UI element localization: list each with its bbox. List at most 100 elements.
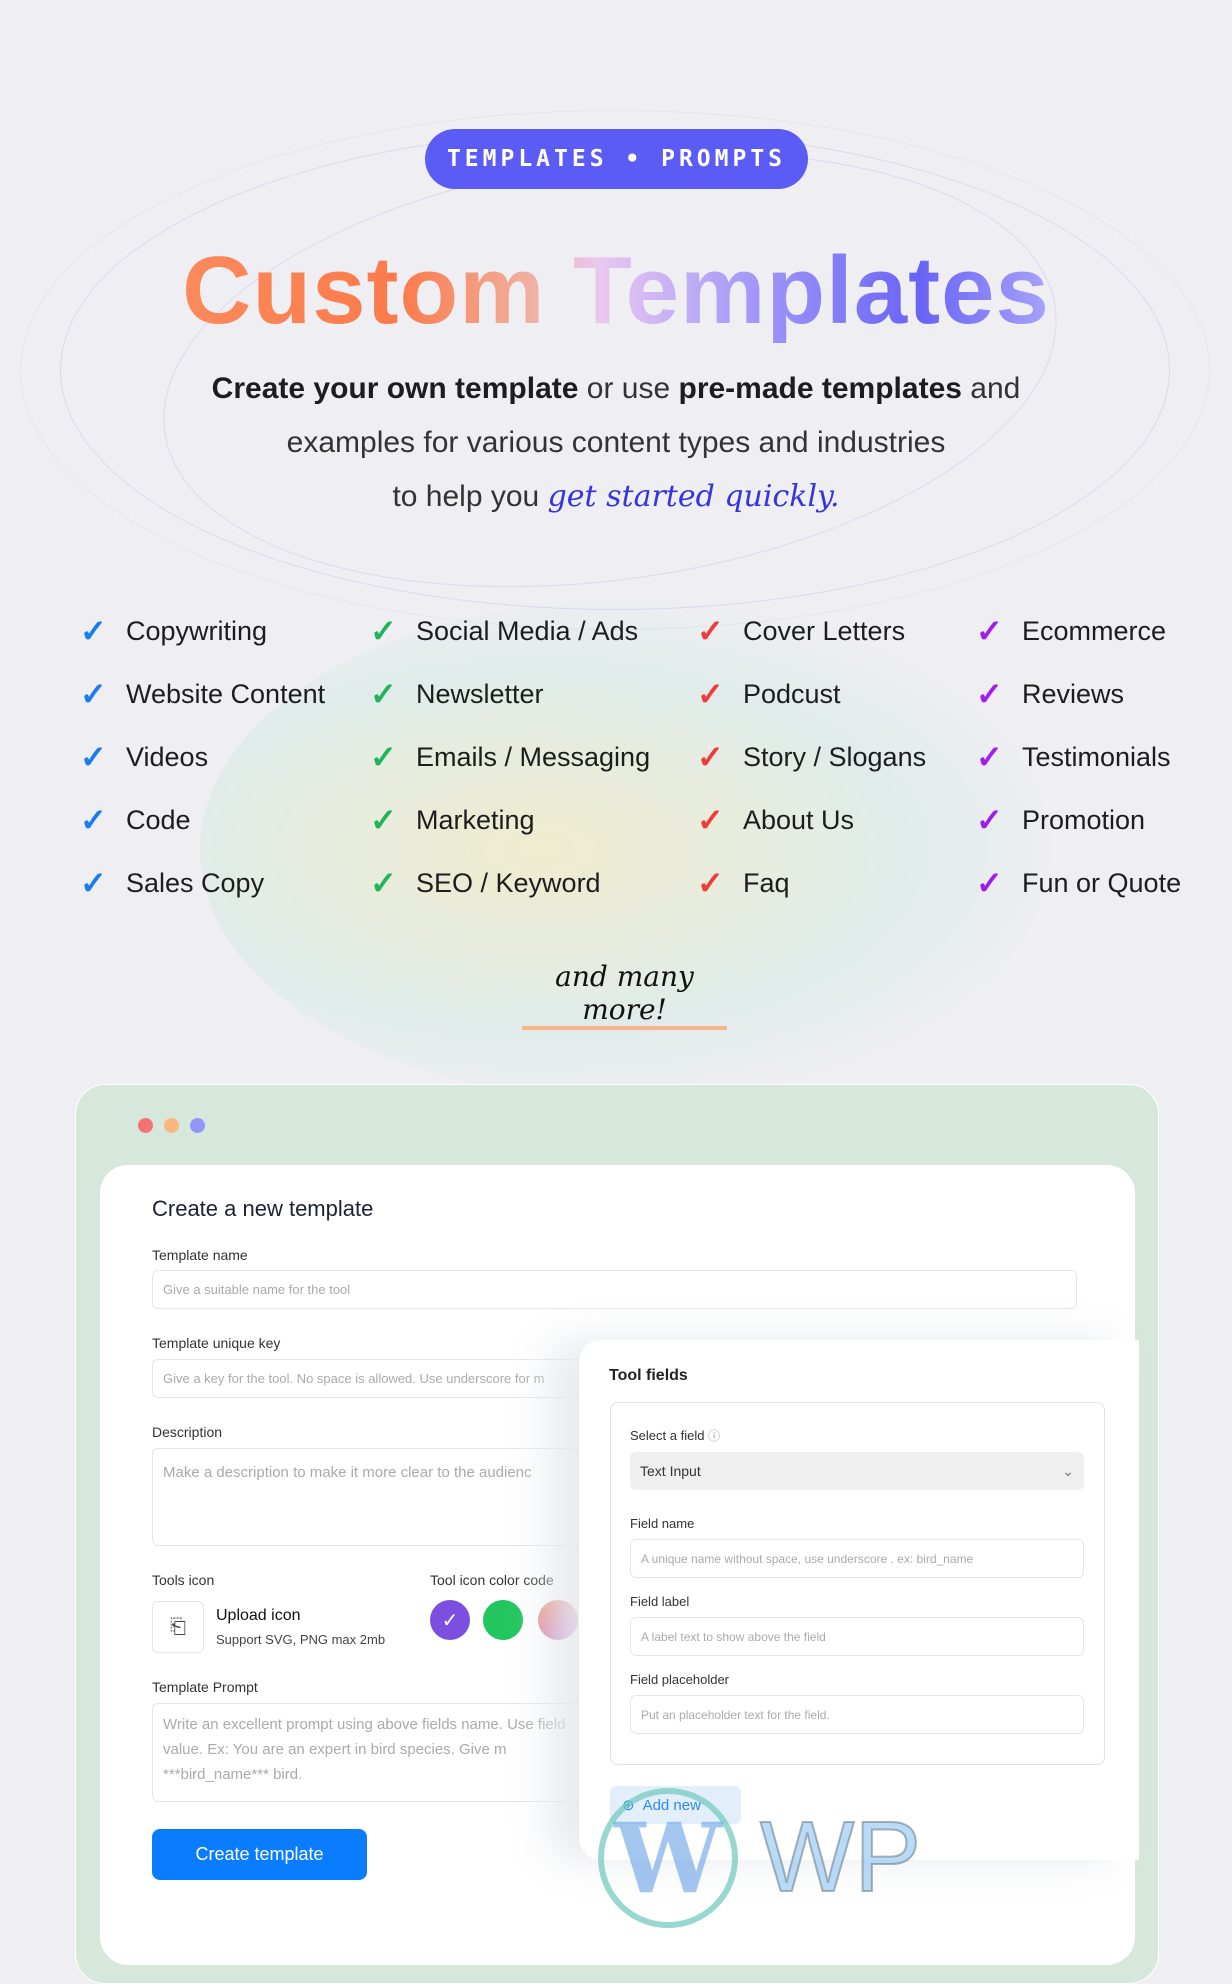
checkmark-icon: ✓ (370, 613, 397, 649)
subtitle-line-2: examples for various content types and i… (286, 426, 946, 459)
template-name-input[interactable]: Give a suitable name for the tool (152, 1270, 1077, 1309)
checkmark-icon: ✓ (80, 802, 107, 838)
category-badge: TEMPLATES • PROMPTS (425, 129, 808, 189)
checkmark-icon: ✓ (80, 739, 107, 775)
feature-label: Marketing (416, 804, 535, 835)
form-title: Create a new template (152, 1196, 374, 1221)
feature-label: Cover Letters (743, 615, 906, 646)
checkmark-icon: ✓ (697, 865, 724, 901)
feature-label: Newsletter (416, 678, 544, 709)
feature-label: Code (126, 804, 191, 835)
field-placeholder-label: Field placeholder (630, 1672, 730, 1687)
icon-color-label: Tool icon color code (430, 1572, 554, 1588)
feature-item: ✓ Fun or Quote (976, 864, 1181, 902)
feature-item: ✓ Testimonials (976, 738, 1171, 776)
feature-item: ✓ Sales Copy (80, 864, 264, 902)
feature-label: Reviews (1022, 678, 1125, 709)
feature-label: Podcust (743, 678, 841, 709)
and-many-more-text: and many more! (522, 960, 727, 1030)
field-label-input[interactable]: A label text to show above the field (630, 1617, 1084, 1656)
feature-item: ✓ Copywriting (80, 612, 267, 650)
feature-label: Fun or Quote (1022, 867, 1182, 898)
page-title: Custom Templates (182, 237, 1050, 344)
checkmark-icon: ✓ (697, 613, 724, 649)
feature-item: ✓ Social Media / Ads (370, 612, 638, 650)
field-name-input[interactable]: A unique name without space, use undersc… (630, 1539, 1084, 1578)
template-prompt-textarea[interactable]: Write an excellent prompt using above fi… (152, 1703, 612, 1802)
unique-key-input[interactable]: Give a key for the tool. No space is all… (152, 1359, 612, 1398)
feature-label: Website Content (126, 678, 326, 709)
feature-label: Social Media / Ads (416, 615, 639, 646)
window-dot-close (138, 1118, 153, 1133)
color-swatch-green[interactable] (483, 1600, 523, 1640)
feature-label: Faq (743, 867, 790, 898)
feature-label: Copywriting (126, 615, 268, 646)
feature-item: ✓ About Us (697, 801, 854, 839)
tools-icon-label: Tools icon (152, 1572, 215, 1588)
upload-icon-hint: Support SVG, PNG max 2mb (216, 1632, 386, 1647)
feature-item: ✓ Cover Letters (697, 612, 905, 650)
feature-item: ✓ Newsletter (370, 675, 544, 713)
feature-item: ✓ Promotion (976, 801, 1145, 839)
checkmark-icon: ✓ (370, 865, 397, 901)
checkmark-icon: ✓ (80, 676, 107, 712)
checkmark-icon: ✓ (976, 676, 1003, 712)
checkmark-icon: ✓ (697, 802, 724, 838)
field-label-label: Field label (630, 1594, 690, 1609)
feature-item: ✓ Website Content (80, 675, 325, 713)
feature-label: Testimonials (1022, 741, 1171, 772)
upload-icon-button[interactable]: ⎗ (152, 1601, 204, 1653)
template-prompt-label: Template Prompt (152, 1679, 258, 1695)
subtitle-line-3: to help you get started quickly. (392, 479, 840, 514)
feature-item: ✓ Marketing (370, 801, 535, 839)
checkmark-icon: ✓ (370, 676, 397, 712)
field-type-select[interactable]: Text Input ⌄ (630, 1452, 1084, 1490)
checkmark-icon: ✓ (80, 865, 107, 901)
feature-item: ✓ Podcust (697, 675, 841, 713)
feature-label: Ecommerce (1022, 615, 1167, 646)
feature-label: Story / Slogans (743, 741, 927, 772)
feature-label: Emails / Messaging (416, 741, 651, 772)
checkmark-icon: ✓ (976, 739, 1003, 775)
unique-key-label: Template unique key (152, 1335, 281, 1351)
subtitle-line-1: Create your own template or use pre-made… (211, 372, 1021, 405)
field-name-label: Field name (630, 1516, 695, 1531)
upload-icon-title: Upload icon (216, 1607, 301, 1624)
checkmark-icon: ✓ (80, 613, 107, 649)
checkmark-icon: ✓ (976, 613, 1003, 649)
chevron-down-icon: ⌄ (1062, 1462, 1074, 1479)
feature-item: ✓ Story / Slogans (697, 738, 926, 776)
check-icon: ✓ (441, 1609, 459, 1632)
feature-label: Promotion (1022, 804, 1146, 835)
checkmark-icon: ✓ (976, 865, 1003, 901)
color-swatch-purple[interactable]: ✓ (430, 1600, 470, 1640)
feature-label: About Us (743, 804, 855, 835)
info-icon: ⓘ (708, 1429, 721, 1443)
checkmark-icon: ✓ (370, 739, 397, 775)
description-textarea[interactable]: Make a description to make it more clear… (152, 1448, 612, 1546)
checkmark-icon: ✓ (370, 802, 397, 838)
feature-label: Videos (126, 741, 209, 772)
feature-item: ✓ Videos (80, 738, 208, 776)
color-swatch-gradient[interactable] (538, 1600, 578, 1640)
field-placeholder-input[interactable]: Put an placeholder text for the field. (630, 1695, 1084, 1734)
template-name-label: Template name (152, 1247, 248, 1263)
watermark-logo: W (598, 1788, 738, 1928)
upload-file-icon: ⎗ (170, 1615, 186, 1638)
watermark-text: WP (759, 1800, 922, 1914)
select-field-label: Select a field ⓘ (630, 1428, 721, 1443)
feature-item: ✓ Code (80, 801, 191, 839)
feature-label: Sales Copy (126, 867, 265, 898)
window-dot-minimize (164, 1118, 179, 1133)
feature-item: ✓ Reviews (976, 675, 1124, 713)
feature-item: ✓ Faq (697, 864, 790, 902)
checkmark-icon: ✓ (976, 802, 1003, 838)
checkmark-icon: ✓ (697, 739, 724, 775)
feature-item: ✓ Ecommerce (976, 612, 1166, 650)
window-dot-maximize (190, 1118, 205, 1133)
tool-fields-title: Tool fields (609, 1367, 688, 1384)
feature-item: ✓ Emails / Messaging (370, 738, 650, 776)
checkmark-icon: ✓ (697, 676, 724, 712)
feature-label: SEO / Keyword (416, 867, 601, 898)
create-template-button[interactable]: Create template (152, 1829, 367, 1880)
